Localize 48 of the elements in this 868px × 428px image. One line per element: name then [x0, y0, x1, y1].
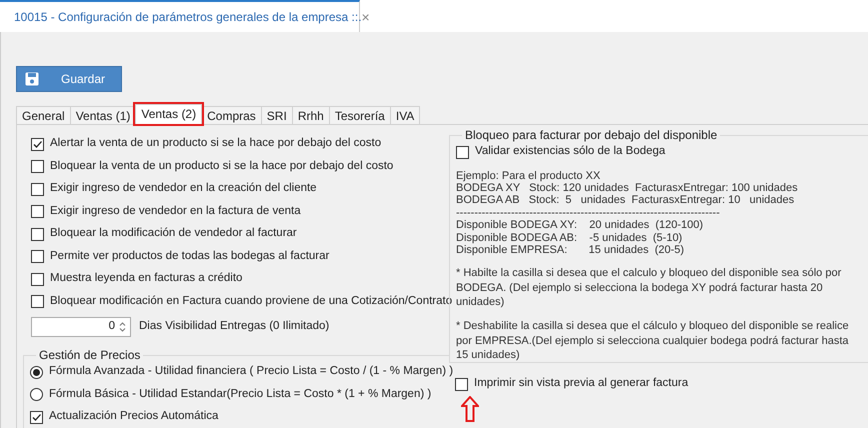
example-text: Disponible EMPRESA: 15 unidades (20-5) [456, 244, 686, 256]
checkbox-label: Permite ver productos de todas las bodegas al facturar [50, 250, 330, 264]
checkbox[interactable] [31, 138, 44, 151]
document-tab-title: 10015 - Configuración de parámetros generales de la empresa ::. [14, 10, 362, 24]
checkbox-label: Imprimir sin vista previa al generar factura [474, 377, 688, 392]
spin-arrows-icon [119, 321, 126, 333]
group-title: Gestión de Precios [38, 349, 142, 361]
note-text: * Habilte la casilla si desea que el calculo y bloqueo del disponible sea sólo por BODEGA. (Del ejemplo si selecciona la bodega XY podrá facturar hasta 20 unidades) [456, 266, 842, 310]
checkbox-label: Muestra leyenda en facturas a crédito [50, 272, 242, 286]
tab[interactable]: Compras [201, 106, 262, 124]
checkbox[interactable] [31, 205, 44, 218]
checkbox-label: Actualización Precios Automática [49, 410, 218, 424]
radio-label: Fórmula Avanzada - Utilidad financiera ( Precio Lista = Costo / (1 - % Margen) ) [49, 365, 454, 380]
checkbox[interactable] [31, 250, 44, 264]
checkbox[interactable] [31, 228, 44, 241]
save-button[interactable]: Guardar [16, 66, 122, 92]
tab[interactable]: Ventas (2) [135, 104, 202, 124]
example-text: Disponible BODEGA XY: 20 unidades (120-100) [456, 219, 704, 232]
note-text: * Deshabilite la casilla si desea que el cálculo y bloqueo del disponible se realice por EMPRESA.(Del ejemplo si selecciona cualquier bodega podrá facturar hasta 15 unidades) [456, 319, 850, 362]
group-title: Bloqueo para facturar por debajo del disponible [464, 129, 718, 141]
example-text: Disponible BODEGA AB: -5 unidades (5-10) [456, 232, 684, 244]
checkbox[interactable] [455, 378, 468, 391]
checkbox[interactable] [456, 146, 469, 159]
checkbox[interactable] [31, 182, 44, 196]
radio-label: Fórmula Básica - Utilidad Estandar(Precio Lista = Costo * (1 + % Margen) ) [49, 388, 432, 402]
tab[interactable]: General [16, 106, 71, 124]
checkbox[interactable] [31, 272, 44, 286]
close-button[interactable]: × [362, 8, 370, 26]
checkbox-label: Alertar la venta de un producto si se la hace por debajo del costo [50, 137, 382, 152]
example-text: BODEGA XY Stock: 120 unidades FacturasxEntregar: 100 unidades [456, 182, 799, 194]
checkbox-label: Bloquear la modificación de vendedor al facturar [50, 227, 297, 242]
arrow-up-icon [461, 396, 479, 422]
checkbox-label: Exigir ingreso de vendedor en la creación del cliente [50, 182, 317, 196]
checkbox-label: Bloquear la venta de un producto si se la hace por debajo del costo [50, 160, 394, 174]
radio-button[interactable] [30, 366, 43, 379]
example-text: BODEGA AB Stock: 5 unidades FacturasxEntregar: 10 unidades [456, 194, 796, 207]
example-text: Ejemplo: Para el producto XX [456, 170, 602, 182]
checkbox-label: Validar existencias sólo de la Bodega [475, 145, 666, 160]
checkbox[interactable] [31, 295, 44, 308]
checkbox-label: Bloquear modificación en Factura cuando proviene de una Cotización/Contrato [50, 294, 452, 309]
example-text: ------------------------------------------------------------------------ [456, 206, 721, 220]
spinner-label: Dias Visibilidad Entregas (0 Ilimitado) [139, 320, 330, 334]
number-spinner[interactable]: 0 [31, 317, 131, 337]
tab[interactable]: IVA [390, 106, 420, 124]
checkbox[interactable] [31, 160, 44, 174]
checkbox-label: Exigir ingreso de vendedor en la factura de venta [50, 204, 301, 219]
radio-button[interactable] [30, 388, 43, 402]
checkbox[interactable] [30, 410, 43, 424]
